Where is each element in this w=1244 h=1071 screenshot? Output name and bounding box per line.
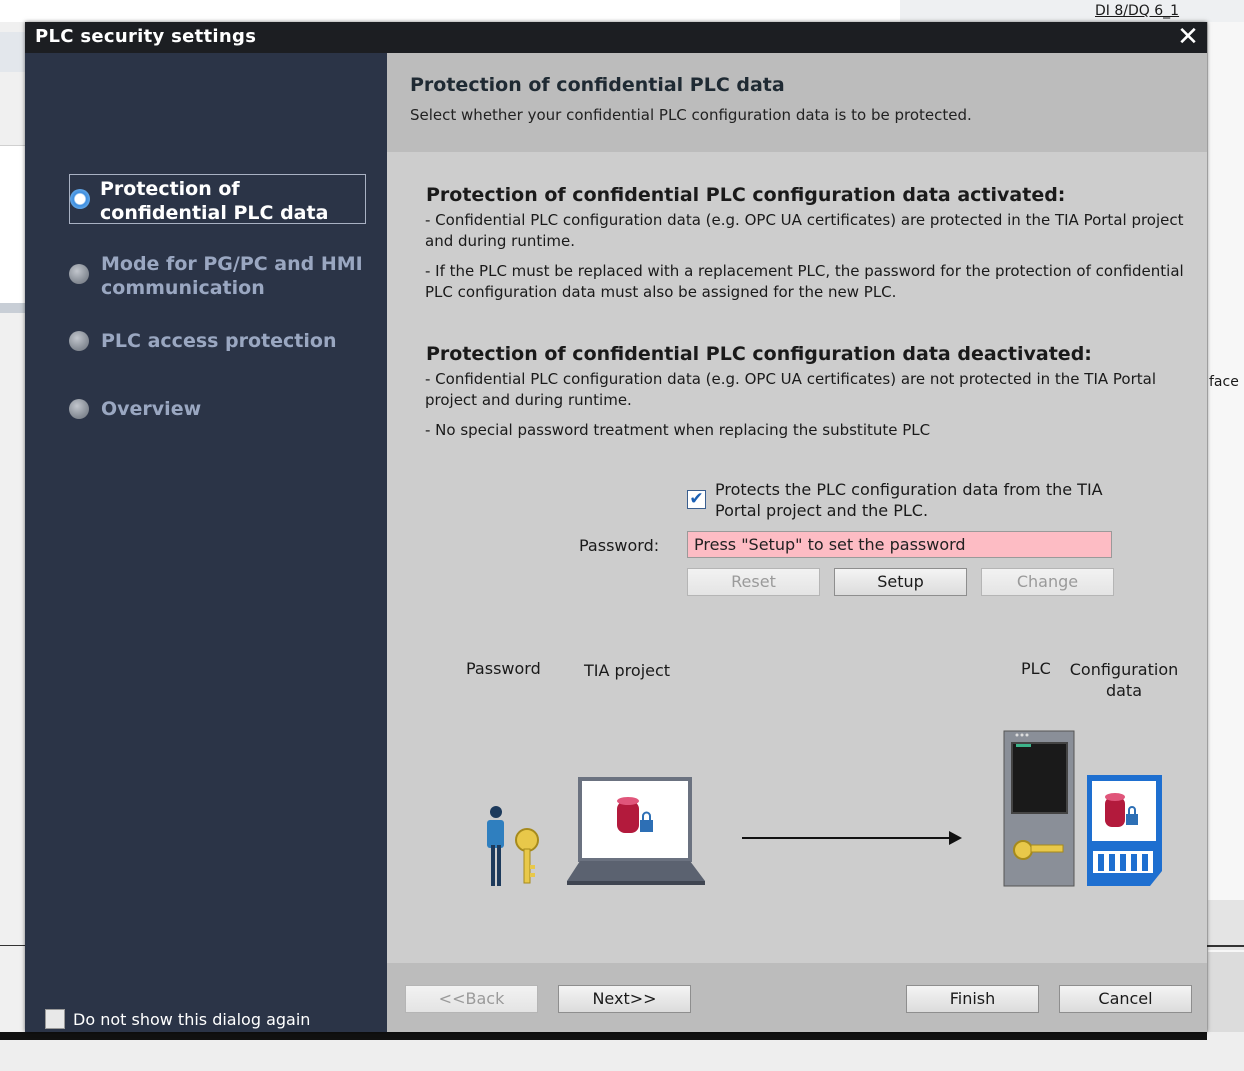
activated-description-1: - Confidential PLC configuration data (e… (425, 211, 1184, 250)
checkbox-unchecked-icon[interactable] (45, 1009, 65, 1029)
radio-selected-icon (70, 189, 90, 209)
illustration-password-label: Password (466, 659, 541, 678)
laptop-icon (567, 777, 705, 885)
activated-description-2: - If the PLC must be replaced with a rep… (425, 262, 1184, 301)
background-right-block-2 (1208, 952, 1244, 1032)
checkbox-checked-icon[interactable]: ✔ (687, 490, 706, 509)
password-label: Password: (579, 536, 660, 555)
protect-config-checkbox[interactable]: ✔ Protects the PLC configuration data fr… (687, 479, 1125, 521)
dialog-bottom-shadow (0, 1032, 1207, 1040)
background-rule-left (0, 945, 25, 946)
background-left-panel (0, 145, 25, 307)
radio-unselected-icon (69, 264, 89, 284)
nav-item-label: Mode for PG/PC and HMI communication (101, 253, 363, 299)
background-edge-text: face (1209, 374, 1239, 390)
radio-unselected-icon (69, 331, 89, 351)
illustration-tia-label: TIA project (584, 661, 671, 680)
dont-show-again-checkbox[interactable]: Do not show this dialog again (45, 1009, 310, 1029)
plc-device-icon (1003, 730, 1075, 887)
nav-item-label: PLC access protection (101, 330, 337, 352)
deactivated-description-1: - Confidential PLC configuration data (e… (425, 370, 1157, 409)
nav-item-label: Protection of confidential PLC data (100, 178, 329, 224)
background-rule-right (1207, 945, 1244, 947)
person-icon (487, 806, 504, 886)
wizard-nav: Protection of confidential PLC data Mode… (25, 53, 387, 1032)
wizard-content: Protection of confidential PLC data Sele… (387, 53, 1207, 1032)
cancel-button[interactable]: Cancel (1059, 985, 1192, 1013)
page-subtitle: Select whether your confidential PLC con… (410, 106, 972, 124)
protection-illustration (487, 730, 1162, 887)
nav-item-overview[interactable]: Overview (69, 399, 367, 419)
background-header-tab (900, 0, 1244, 23)
setup-button[interactable]: Setup (834, 568, 967, 596)
close-icon[interactable]: ✕ (1175, 24, 1201, 50)
illustration-plc-label: PLC (1021, 659, 1051, 678)
nav-item-plc-access-protection[interactable]: PLC access protection (69, 331, 367, 351)
next-button[interactable]: Next>> (558, 985, 691, 1013)
arrow-right-icon (742, 831, 962, 845)
deactivated-description-2: - No special password treatment when rep… (425, 421, 931, 439)
background-right-block (1208, 900, 1244, 950)
background-right-panel (1207, 22, 1244, 1032)
wizard-footer: <<Back Next>> Finish Cancel (387, 963, 1207, 1032)
key-icon (515, 828, 539, 884)
reset-button[interactable]: Reset (687, 568, 820, 596)
plc-security-settings-dialog: PLC security settings ✕ Protection of co… (25, 22, 1207, 1032)
back-button[interactable]: <<Back (405, 985, 538, 1013)
deactivated-heading: Protection of confidential PLC configura… (426, 343, 1092, 365)
dialog-title: PLC security settings (35, 26, 257, 47)
change-button[interactable]: Change (981, 568, 1114, 596)
page-title: Protection of confidential PLC data (410, 74, 785, 96)
background-left-divider (0, 303, 25, 313)
nav-item-mode-pgpc-hmi[interactable]: Mode for PG/PC and HMI communication (69, 252, 367, 300)
password-field[interactable] (687, 531, 1112, 558)
protect-config-label: Protects the PLC configuration data from… (715, 480, 1103, 520)
dialog-title-bar[interactable]: PLC security settings ✕ (25, 22, 1207, 53)
background-left-band (0, 32, 25, 72)
nav-item-protection-confidential[interactable]: Protection of confidential PLC data (69, 174, 366, 224)
content-header: Protection of confidential PLC data Sele… (387, 53, 1207, 152)
finish-button[interactable]: Finish (906, 985, 1039, 1013)
activated-heading: Protection of confidential PLC configura… (426, 184, 1066, 206)
dont-show-again-label: Do not show this dialog again (73, 1009, 311, 1029)
memory-card-icon (1087, 775, 1162, 886)
radio-unselected-icon (69, 399, 89, 419)
background-module-label: DI 8/DQ 6_1 (1095, 3, 1180, 19)
nav-item-label: Overview (101, 398, 202, 420)
